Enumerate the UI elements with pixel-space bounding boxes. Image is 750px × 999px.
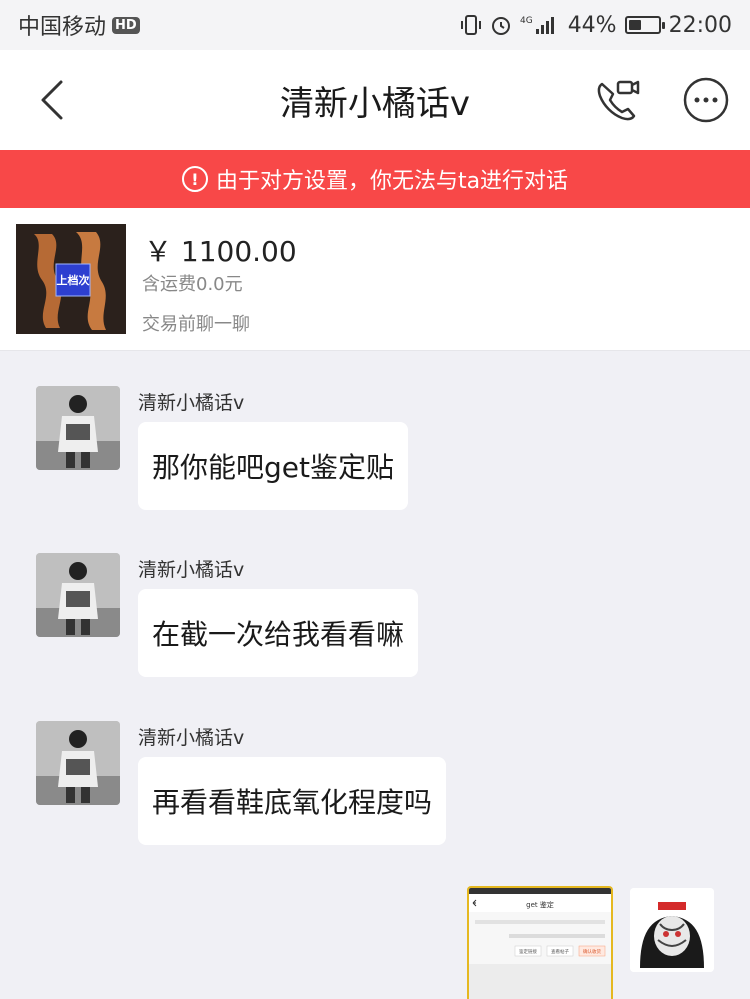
chat-header: 清新小橘话v [0,50,750,150]
message-bubble[interactable]: 那你能吧get鉴定贴 [138,422,408,510]
battery-icon [624,16,665,34]
svg-text:确认收货: 确认收货 [583,948,601,955]
more-button[interactable] [682,76,730,124]
warning-text: 由于对方设置，你无法与ta进行对话 [215,169,569,194]
message-bubble[interactable]: 在截一次给我看看嘛 [138,589,419,677]
my-avatar[interactable] [630,888,714,972]
vibrate-icon [460,14,482,36]
status-bar: 中国移动 HD 4G 44% 22:00 [0,0,750,50]
sender-name: 清新小橘话v [138,727,245,749]
blocked-warning-banner: ! 由于对方设置，你无法与ta进行对话 [0,150,750,208]
sender-name: 清新小橘话v [138,559,245,581]
sender-name: 清新小橘话v [138,392,245,414]
battery-fill [628,20,641,30]
avatar[interactable] [36,553,120,637]
video-phone-icon [597,80,640,121]
svg-text:4G: 4G [520,16,533,26]
product-card[interactable]: 上档次 ￥ 1100.00 含运费0.0元 交易前聊一聊 [0,208,750,351]
product-shipping: 含运费0.0元 [142,274,243,295]
status-left: 中国移动 HD [18,9,140,41]
clock-time: 22:00 [668,12,732,38]
video-call-button[interactable] [594,76,642,124]
product-price: ￥ 1100.00 [144,235,297,268]
chevron-left-icon [41,80,63,120]
back-button[interactable] [30,78,74,122]
product-thumbnail: 上档次 [16,224,126,334]
carrier-name: 中国移动 [18,15,107,40]
status-right: 4G 44% 22:00 [460,13,732,38]
svg-text:get 鉴定: get 鉴定 [526,900,554,909]
more-horizontal-icon [683,77,729,123]
svg-text:上档次: 上档次 [57,273,90,287]
avatar[interactable] [36,386,120,470]
hd-badge: HD [112,16,140,34]
outgoing-screenshot-image[interactable]: get 鉴定 鉴定链接 查看帖子 确认收货 [467,886,613,999]
svg-text:查看帖子: 查看帖子 [551,948,569,955]
battery-percent: 44% [567,12,617,38]
signal-icon: 4G [520,14,560,36]
warning-icon: ! [181,166,208,192]
product-prechat-hint: 交易前聊一聊 [142,314,250,335]
message-bubble[interactable]: 再看看鞋底氧化程度吗 [138,757,447,845]
avatar[interactable] [36,721,120,805]
alarm-icon [490,14,512,36]
svg-text:鉴定链接: 鉴定链接 [519,948,537,955]
